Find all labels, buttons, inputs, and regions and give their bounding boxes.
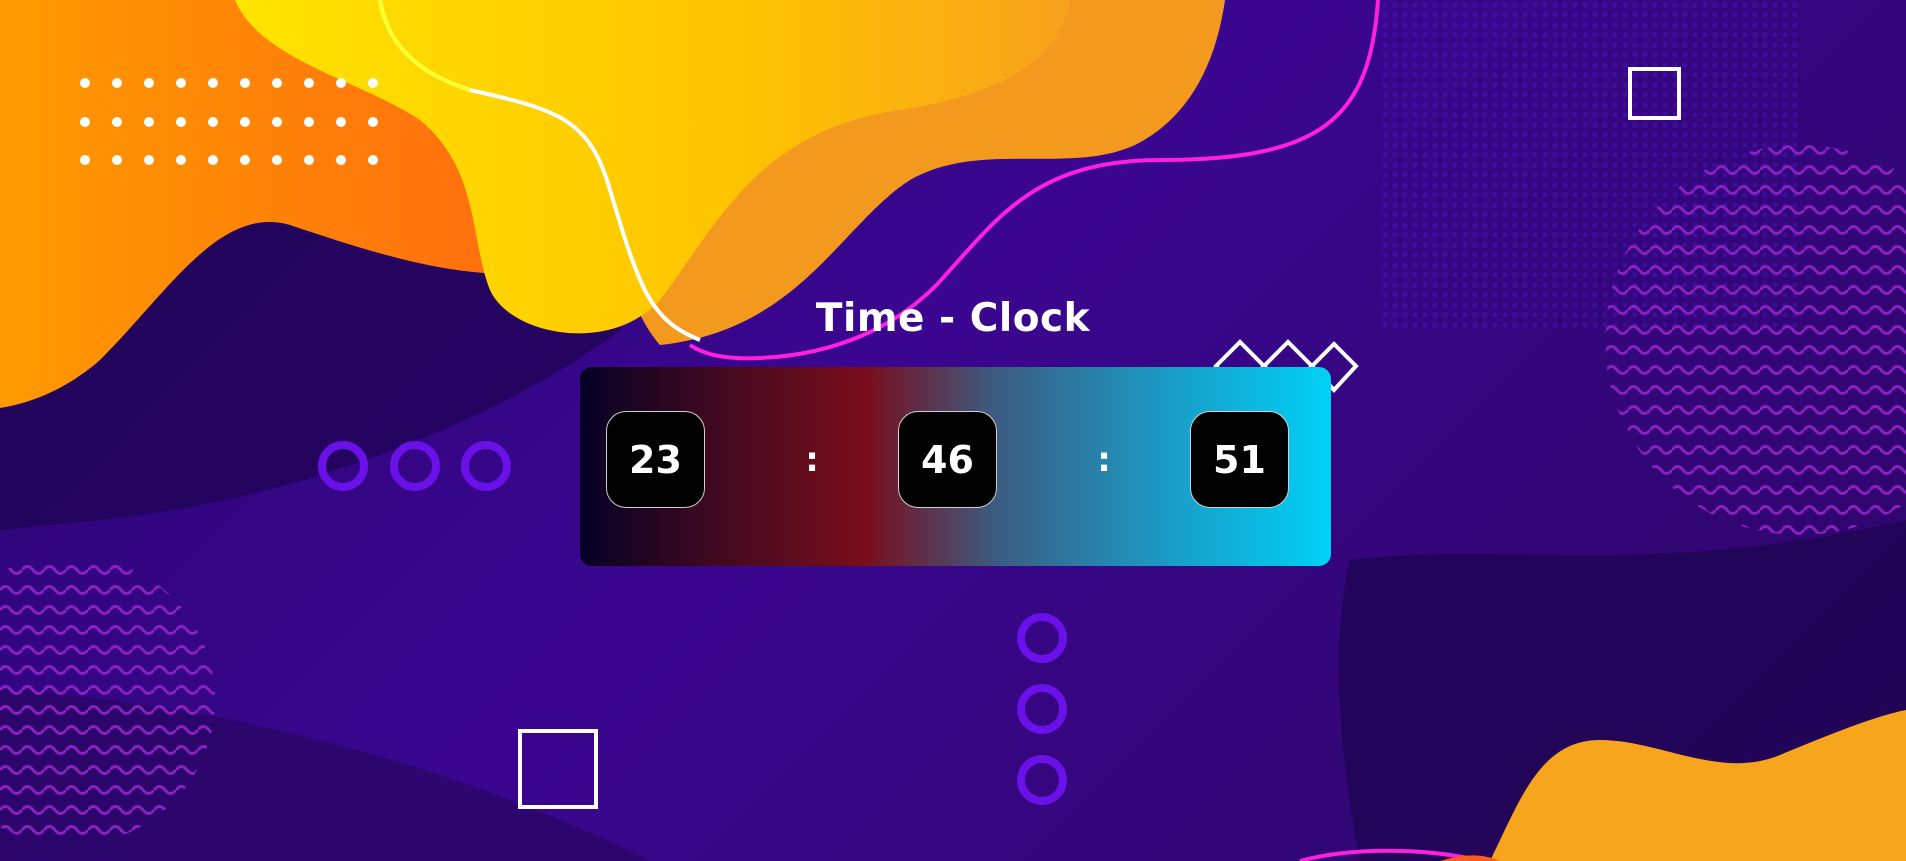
- minutes-display: 46: [898, 411, 997, 508]
- seconds-display: 51: [1190, 411, 1289, 508]
- separator: :: [1097, 439, 1111, 480]
- separator: :: [805, 439, 819, 480]
- hours-display: 23: [606, 411, 705, 508]
- clock-title: Time - Clock: [815, 296, 1091, 341]
- clock-panel: 23 : 46 : 51: [580, 367, 1331, 566]
